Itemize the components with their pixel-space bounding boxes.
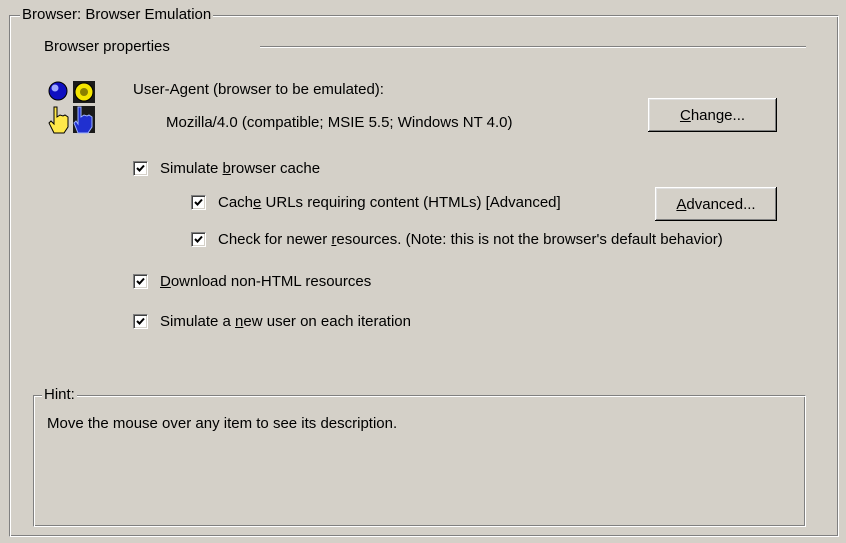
checkbox-box[interactable]: [133, 274, 148, 289]
cache-urls-checkbox[interactable]: Cache URLs requiring content (HTMLs) [Ad…: [191, 194, 561, 211]
browser-emulation-icon: [44, 79, 100, 135]
checkbox-label: Download non-HTML resources: [160, 273, 372, 290]
checkbox-box[interactable]: [133, 161, 148, 176]
checkbox-box[interactable]: [191, 195, 206, 210]
checkbox-label: Check for newer resources. (Note: this i…: [218, 231, 723, 248]
section-divider: [260, 46, 806, 48]
check-icon: [194, 198, 203, 206]
checkbox-label: Simulate browser cache: [160, 160, 321, 177]
checkbox-label: Cache URLs requiring content (HTMLs) [Ad…: [218, 194, 561, 211]
checkbox-box[interactable]: [191, 232, 206, 247]
user-agent-label: User-Agent (browser to be emulated):: [133, 81, 384, 98]
user-agent-value: Mozilla/4.0 (compatible; MSIE 5.5; Windo…: [166, 114, 513, 131]
check-icon: [136, 164, 145, 172]
hint-title: Hint:: [42, 386, 77, 404]
check-newer-resources-checkbox[interactable]: Check for newer resources. (Note: this i…: [191, 231, 723, 248]
check-icon: [136, 277, 145, 285]
group-title: Browser: Browser Emulation: [20, 6, 214, 24]
check-icon: [194, 235, 203, 243]
advanced-button[interactable]: Advanced...: [655, 187, 777, 221]
checkbox-label: Simulate a new user on each iteration: [160, 313, 411, 330]
download-non-html-checkbox[interactable]: Download non-HTML resources: [133, 273, 371, 290]
change-button[interactable]: Change...: [648, 98, 777, 132]
section-label: Browser properties: [44, 38, 170, 55]
hint-text: Move the mouse over any item to see its …: [47, 415, 398, 432]
check-icon: [136, 317, 145, 325]
checkbox-box[interactable]: [133, 314, 148, 329]
simulate-new-user-checkbox[interactable]: Simulate a new user on each iteration: [133, 313, 411, 330]
simulate-browser-cache-checkbox[interactable]: Simulate browser cache: [133, 160, 320, 177]
